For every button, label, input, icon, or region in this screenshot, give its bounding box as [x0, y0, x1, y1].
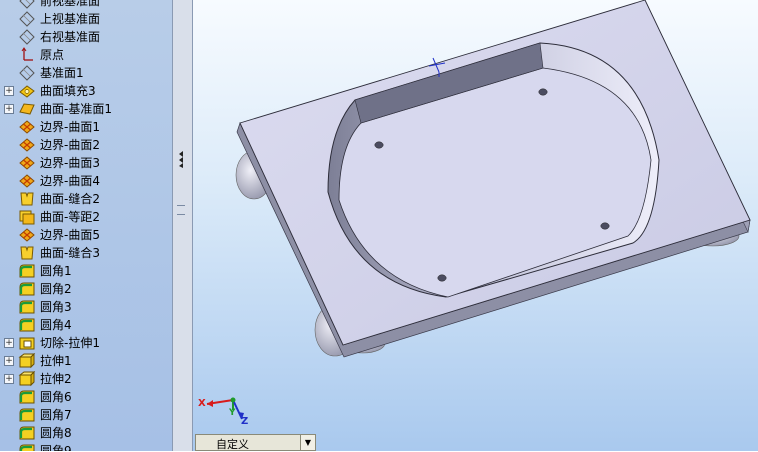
feature-tree-item[interactable]: 边界-曲面5 — [0, 226, 172, 244]
feature-tree-item[interactable]: 边界-曲面2 — [0, 136, 172, 154]
feature-tree-item[interactable]: 边界-曲面3 — [0, 154, 172, 172]
configuration-value: 自定义 — [216, 438, 249, 451]
feature-tree-item-label: 曲面-缝合3 — [40, 246, 100, 260]
feature-manager-tree: 前视基准面上视基准面右视基准面原点基准面1 + 曲面填充3 + 曲面-基准面1 边界-曲面… — [0, 0, 172, 451]
cut-extrude-icon — [18, 335, 36, 351]
plane-icon — [18, 0, 36, 9]
expand-plus-icon[interactable]: + — [4, 374, 14, 384]
expand-plus-icon[interactable]: + — [4, 338, 14, 348]
feature-tree-item[interactable]: 前视基准面 — [0, 0, 172, 10]
feature-tree-item[interactable]: 原点 — [0, 46, 172, 64]
knit-surface-icon — [18, 245, 36, 261]
feature-tree-item-label: 边界-曲面4 — [40, 174, 100, 188]
feature-tree-item[interactable]: 基准面1 — [0, 64, 172, 82]
graphics-viewport[interactable]: X Y Z — [193, 0, 758, 451]
planar-surface-icon — [18, 101, 36, 117]
boundary-surface-icon — [18, 137, 36, 153]
chevron-down-icon[interactable]: ▼ — [300, 435, 315, 450]
triad-y-label: Y — [229, 408, 236, 418]
view-triad — [206, 397, 244, 420]
part-model-view[interactable] — [193, 0, 758, 451]
extrude-icon — [18, 370, 36, 387]
configuration-dropdown[interactable]: 自定义 ▼ — [195, 434, 316, 451]
collapse-arrows-icon[interactable] — [178, 150, 184, 168]
plane-icon — [18, 65, 36, 81]
feature-tree-item[interactable]: 圆角9 — [0, 442, 172, 451]
feature-tree-item[interactable]: 曲面-等距2 — [0, 208, 172, 226]
feature-tree-item-label: 圆角1 — [40, 264, 72, 278]
feature-tree-item[interactable]: 右视基准面 — [0, 28, 172, 46]
feature-tree-item-label: 圆角4 — [40, 318, 72, 332]
origin-icon — [18, 47, 36, 63]
panel-splitter[interactable] — [172, 0, 193, 451]
feature-tree-item-label: 曲面填充3 — [40, 84, 96, 98]
feature-tree-item-label: 圆角3 — [40, 300, 72, 314]
fillet-icon — [18, 389, 36, 405]
boundary-surface-icon — [18, 119, 36, 135]
feature-tree-item-label: 曲面-缝合2 — [40, 192, 100, 206]
feature-tree-item[interactable]: + 曲面-基准面1 — [0, 100, 172, 118]
extrude-icon — [18, 352, 36, 369]
feature-tree-item-label: 拉伸2 — [40, 372, 72, 386]
fillet-icon — [18, 443, 36, 451]
triad-x-label: X — [198, 398, 206, 409]
plane-icon — [18, 11, 36, 27]
feature-tree-item-label: 右视基准面 — [40, 30, 101, 44]
feature-tree-item[interactable]: 曲面-缝合2 — [0, 190, 172, 208]
feature-tree-item-label: 圆角9 — [40, 444, 72, 451]
feature-tree-item[interactable]: 圆角4 — [0, 316, 172, 334]
feature-tree-item-label: 边界-曲面3 — [40, 156, 100, 170]
expand-plus-icon[interactable]: + — [4, 356, 14, 366]
feature-tree-item[interactable]: 圆角2 — [0, 280, 172, 298]
feature-tree-item-label: 拉伸1 — [40, 354, 72, 368]
feature-tree-item[interactable]: 上视基准面 — [0, 10, 172, 28]
feature-tree-item-label: 圆角6 — [40, 390, 72, 404]
feature-tree-item-label: 曲面-等距2 — [40, 210, 100, 224]
feature-tree-item[interactable]: 圆角8 — [0, 424, 172, 442]
feature-tree-item-label: 圆角7 — [40, 408, 72, 422]
feature-tree-item-label: 圆角2 — [40, 282, 72, 296]
feature-tree-item[interactable]: + 拉伸1 — [0, 352, 172, 370]
feature-tree-item[interactable]: + 拉伸2 — [0, 370, 172, 388]
feature-tree-item-label: 边界-曲面2 — [40, 138, 100, 152]
feature-tree-item[interactable]: 圆角6 — [0, 388, 172, 406]
boundary-surface-icon — [18, 155, 36, 171]
fillet-icon — [18, 425, 36, 441]
expand-plus-icon[interactable]: + — [4, 86, 14, 96]
fillet-icon — [18, 407, 36, 423]
expand-plus-icon[interactable]: + — [4, 104, 14, 114]
surface-fill-icon — [18, 83, 36, 99]
feature-tree-item-label: 前视基准面 — [40, 0, 101, 8]
triad-z-label: Z — [241, 416, 249, 427]
feature-tree-item[interactable]: 圆角3 — [0, 298, 172, 316]
feature-tree-item-label: 原点 — [40, 48, 65, 62]
feature-tree-item[interactable]: 圆角7 — [0, 406, 172, 424]
feature-tree-item-label: 基准面1 — [40, 66, 84, 80]
boundary-surface-icon — [18, 227, 36, 243]
feature-tree-item[interactable]: 边界-曲面1 — [0, 118, 172, 136]
feature-tree-item[interactable]: + 曲面填充3 — [0, 82, 172, 100]
offset-surface-icon — [18, 209, 36, 225]
feature-tree-item-label: 圆角8 — [40, 426, 72, 440]
fillet-icon — [18, 299, 36, 315]
boundary-surface-icon — [18, 173, 36, 189]
fillet-icon — [18, 281, 36, 297]
feature-tree-item-label: 切除-拉伸1 — [40, 336, 100, 350]
fillet-icon — [18, 263, 36, 279]
scroll-grip-icon[interactable] — [177, 205, 185, 215]
feature-tree-item[interactable]: 边界-曲面4 — [0, 172, 172, 190]
feature-tree-item[interactable]: 曲面-缝合3 — [0, 244, 172, 262]
feature-tree-item[interactable]: + 切除-拉伸1 — [0, 334, 172, 352]
feature-tree-item-label: 边界-曲面1 — [40, 120, 100, 134]
feature-tree-item[interactable]: 圆角1 — [0, 262, 172, 280]
knit-surface-icon — [18, 191, 36, 207]
feature-tree-item-label: 边界-曲面5 — [40, 228, 100, 242]
feature-tree-item-label: 曲面-基准面1 — [40, 102, 112, 116]
feature-tree-item-label: 上视基准面 — [40, 12, 101, 26]
fillet-icon — [18, 317, 36, 333]
plane-icon — [18, 29, 36, 45]
